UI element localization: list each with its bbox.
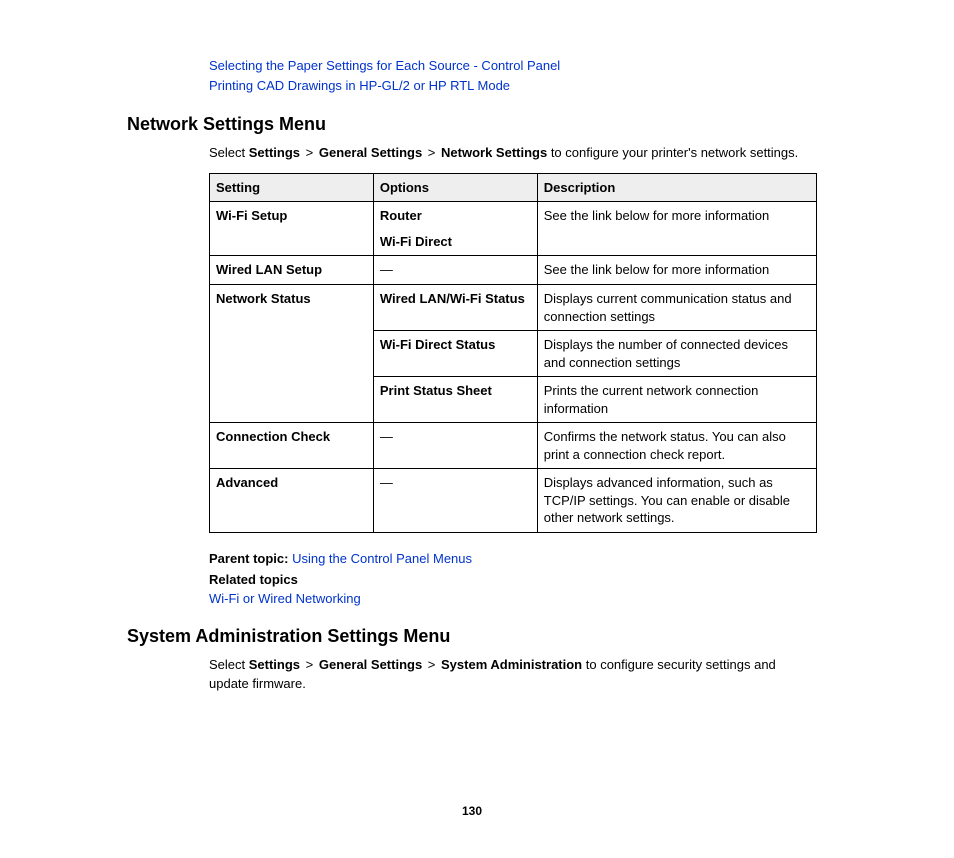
cell-description: Confirms the network status. You can als… <box>537 423 816 469</box>
text: Select <box>209 657 249 672</box>
cell-options: — <box>373 469 537 533</box>
table-row: Wired LAN Setup — See the link below for… <box>210 256 817 285</box>
cell-description: Displays advanced information, such as T… <box>537 469 816 533</box>
cell-options: — <box>373 423 537 469</box>
option-router: Router <box>380 207 531 225</box>
link-paper-settings[interactable]: Selecting the Paper Settings for Each So… <box>209 58 560 73</box>
option-wifi-direct: Wi-Fi Direct <box>380 233 531 251</box>
related-links-block: Wi-Fi or Wired Networking <box>209 591 817 606</box>
link-wifi-wired[interactable]: Wi-Fi or Wired Networking <box>209 591 361 606</box>
table-row: Connection Check — Confirms the network … <box>210 423 817 469</box>
cell-options: Print Status Sheet <box>373 377 537 423</box>
cell-options: Router Wi-Fi Direct <box>373 202 537 256</box>
heading-network-settings: Network Settings Menu <box>127 114 817 135</box>
crumb-settings: Settings <box>249 657 300 672</box>
table-row: Advanced — Displays advanced information… <box>210 469 817 533</box>
cell-description: Prints the current network connection in… <box>537 377 816 423</box>
parent-topic-label: Parent topic: <box>209 551 292 566</box>
cell-setting: Wi-Fi Setup <box>210 202 374 256</box>
parent-topic-line: Parent topic: Using the Control Panel Me… <box>209 551 817 566</box>
cell-description: Displays the number of connected devices… <box>537 331 816 377</box>
top-links-block: Selecting the Paper Settings for Each So… <box>127 56 817 96</box>
cell-description: Displays current communication status an… <box>537 284 816 330</box>
cell-options: Wi-Fi Direct Status <box>373 331 537 377</box>
cell-description: See the link below for more information <box>537 202 816 256</box>
section2-body: Select Settings > General Settings > Sys… <box>127 655 817 694</box>
section1-body: Select Settings > General Settings > Net… <box>127 143 817 606</box>
cell-options: — <box>373 256 537 285</box>
sep: > <box>300 657 319 672</box>
th-description: Description <box>537 173 816 202</box>
table-header-row: Setting Options Description <box>210 173 817 202</box>
cell-setting: Network Status <box>210 284 374 422</box>
link-cad-drawings[interactable]: Printing CAD Drawings in HP-GL/2 or HP R… <box>209 78 510 93</box>
text: Select <box>209 145 249 160</box>
th-setting: Setting <box>210 173 374 202</box>
heading-system-admin: System Administration Settings Menu <box>127 626 817 647</box>
section2-breadcrumb: Select Settings > General Settings > Sys… <box>209 655 817 694</box>
sep: > <box>300 145 319 160</box>
table-row: Wi-Fi Setup Router Wi-Fi Direct See the … <box>210 202 817 256</box>
text: to configure your printer's network sett… <box>547 145 798 160</box>
sep: > <box>422 145 441 160</box>
cell-setting: Wired LAN Setup <box>210 256 374 285</box>
crumb-settings: Settings <box>249 145 300 160</box>
section1-breadcrumb: Select Settings > General Settings > Net… <box>209 143 817 163</box>
link-parent-topic[interactable]: Using the Control Panel Menus <box>292 551 472 566</box>
related-topics-heading: Related topics <box>209 572 817 587</box>
cell-options: Wired LAN/Wi-Fi Status <box>373 284 537 330</box>
page-number: 130 <box>127 804 817 818</box>
page-container: Selecting the Paper Settings for Each So… <box>67 0 887 858</box>
cell-setting: Advanced <box>210 469 374 533</box>
cell-setting: Connection Check <box>210 423 374 469</box>
crumb-system-admin: System Administration <box>441 657 582 672</box>
th-options: Options <box>373 173 537 202</box>
crumb-general: General Settings <box>319 657 422 672</box>
table-row: Network Status Wired LAN/Wi-Fi Status Di… <box>210 284 817 330</box>
crumb-general: General Settings <box>319 145 422 160</box>
cell-description: See the link below for more information <box>537 256 816 285</box>
crumb-network: Network Settings <box>441 145 547 160</box>
network-settings-table: Setting Options Description Wi-Fi Setup … <box>209 173 817 533</box>
sep: > <box>422 657 441 672</box>
